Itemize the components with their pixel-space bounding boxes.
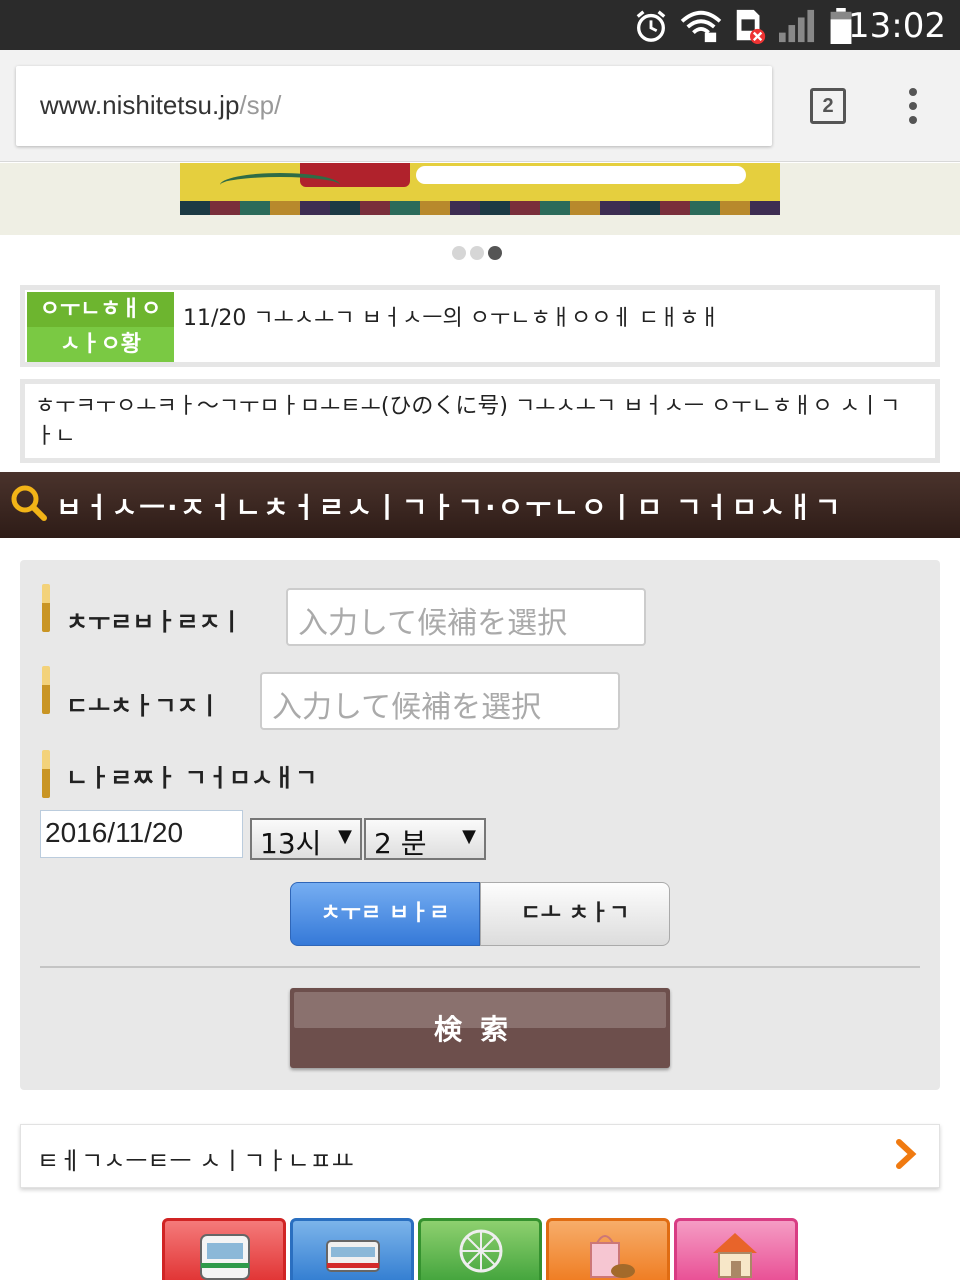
chevron-right-icon <box>896 1139 917 1169</box>
departure-input[interactable]: 入力して候補を選択 <box>286 588 646 646</box>
ticket-price-link[interactable]: ㅌㅔㄱㅅㅡㅌㅡ ㅅㅣㄱㅏㄴㅍㅛ <box>20 1124 940 1188</box>
badge-line2: ㅅㅏㅇ황 <box>60 332 141 357</box>
date-input[interactable]: 2016/11/20 <box>40 810 243 858</box>
url-host: www.nishitetsu.jp <box>40 90 240 120</box>
carousel-dot-active[interactable] <box>488 246 502 260</box>
status-bar: 13:02 <box>0 0 960 50</box>
category-tile-housing[interactable] <box>674 1218 798 1280</box>
label-marker <box>42 584 50 632</box>
section-title: ㅂㅓㅅㅡ·ㅈㅓㄴㅊㅓㄹㅅㅣㄱㅏㄱ·ㅇㅜㄴㅇㅣㅁ ㄱㅓㅁㅅㅐㄱ <box>56 491 843 524</box>
browser-toolbar: www.nishitetsu.jp/sp/ 2 <box>0 50 960 162</box>
section-header: ㅂㅓㅅㅡ·ㅈㅓㄴㅊㅓㄹㅅㅣㄱㅏㄱ·ㅇㅜㄴㅇㅣㅁ ㄱㅓㅁㅅㅐㄱ <box>0 472 960 538</box>
divider <box>40 966 920 968</box>
notice-text[interactable]: 11/20 ㄱㅗㅅㅗㄱ ㅂㅓㅅㅡ의 ㅇㅜㄴㅎㅐㅇㅇㅔ ㄷㅐㅎㅐ <box>183 300 720 332</box>
overflow-menu-icon[interactable] <box>906 88 920 128</box>
ferris-wheel-icon <box>459 1229 503 1273</box>
departure-label: ㅊㅜㄹㅂㅏㄹㅈㅣ <box>66 608 243 636</box>
banner-carousel[interactable] <box>0 163 960 235</box>
datetime-label: ㄴㅏㄹㅉㅏ ㄱㅓㅁㅅㅐㄱ <box>66 764 318 792</box>
notice-item[interactable]: ㅎㅜㅋㅜㅇㅗㅋㅏ～ㄱㅜㅁㅏㅁㅗㅌㅗ(ひのくに号) ㄱㅗㅅㅗㄱ ㅂㅓㅅㅡ ㅇㅜㄴㅎ… <box>20 379 940 463</box>
link-text: ㅌㅔㄱㅅㅡㅌㅡ ㅅㅣㄱㅏㄴㅍㅛ <box>37 1147 354 1175</box>
arrival-label: ㄷㅗㅊㅏㄱㅈㅣ <box>66 692 221 720</box>
signal-icon <box>779 9 815 43</box>
category-tile-shopping[interactable] <box>546 1218 670 1280</box>
route-search-form: ㅊㅜㄹㅂㅏㄹㅈㅣ 入力して候補を選択 ㄷㅗㅊㅏㄱㅈㅣ 入力して候補を選択 ㄴㅏㄹ… <box>20 560 940 1090</box>
house-icon <box>713 1233 757 1278</box>
arrive-toggle-button[interactable]: ㄷㅗ ㅊㅏㄱ <box>480 882 670 946</box>
status-clock: 13:02 <box>848 6 946 46</box>
shopping-icon <box>590 1235 635 1278</box>
category-tile-bus[interactable] <box>162 1218 286 1280</box>
category-tile-leisure[interactable] <box>418 1218 542 1280</box>
minute-select[interactable]: 2 분 ▼ <box>364 818 486 860</box>
notice-text[interactable]: ㅎㅜㅋㅜㅇㅗㅋㅏ～ㄱㅜㅁㅏㅁㅗㅌㅗ(ひのくに号) ㄱㅗㅅㅗㄱ ㅂㅓㅅㅡ ㅇㅜㄴㅎ… <box>35 392 915 452</box>
depart-toggle-button[interactable]: ㅊㅜㄹ ㅂㅏㄹ <box>290 882 480 946</box>
label-marker <box>42 666 50 714</box>
tab-switcher-button[interactable]: 2 <box>810 88 846 124</box>
banner-image[interactable] <box>180 163 780 215</box>
carousel-indicator <box>452 245 506 261</box>
hour-select[interactable]: 13시 ▼ <box>250 818 362 860</box>
url-text: www.nishitetsu.jp/sp/ <box>40 90 281 121</box>
carousel-dot[interactable] <box>470 246 484 260</box>
train-icon <box>326 1240 380 1272</box>
url-path: /sp/ <box>239 90 282 120</box>
alarm-icon <box>636 10 666 42</box>
search-button-label: 検索 <box>433 1013 526 1046</box>
hour-value: 13시 <box>260 827 322 860</box>
label-marker <box>42 750 50 798</box>
carousel-dot[interactable] <box>452 246 466 260</box>
dropdown-arrow-icon: ▼ <box>338 826 352 847</box>
search-button[interactable]: 検索 <box>290 988 670 1068</box>
operation-status-badge: ㅇㅜㄴㅎㅐㅇ ㅅㅏㅇ황 <box>27 292 174 362</box>
wifi-icon <box>680 10 722 43</box>
sim-error-icon <box>736 9 766 44</box>
depart-arrive-toggle: ㅊㅜㄹ ㅂㅏㄹ ㄷㅗ ㅊㅏㄱ <box>290 882 670 946</box>
badge-line1: ㅇㅜㄴㅎㅐㅇ <box>27 292 174 327</box>
arrival-input[interactable]: 入力して候補を選択 <box>260 672 620 730</box>
bus-icon <box>200 1234 250 1280</box>
dropdown-arrow-icon: ▼ <box>462 826 476 847</box>
search-icon <box>11 485 47 521</box>
category-tile-train[interactable] <box>290 1218 414 1280</box>
minute-value: 2 분 <box>374 827 427 860</box>
address-bar[interactable]: www.nishitetsu.jp/sp/ <box>16 66 772 146</box>
notice-item[interactable]: ㅇㅜㄴㅎㅐㅇ ㅅㅏㅇ황 11/20 ㄱㅗㅅㅗㄱ ㅂㅓㅅㅡ의 ㅇㅜㄴㅎㅐㅇㅇㅔ ㄷ… <box>20 285 940 367</box>
